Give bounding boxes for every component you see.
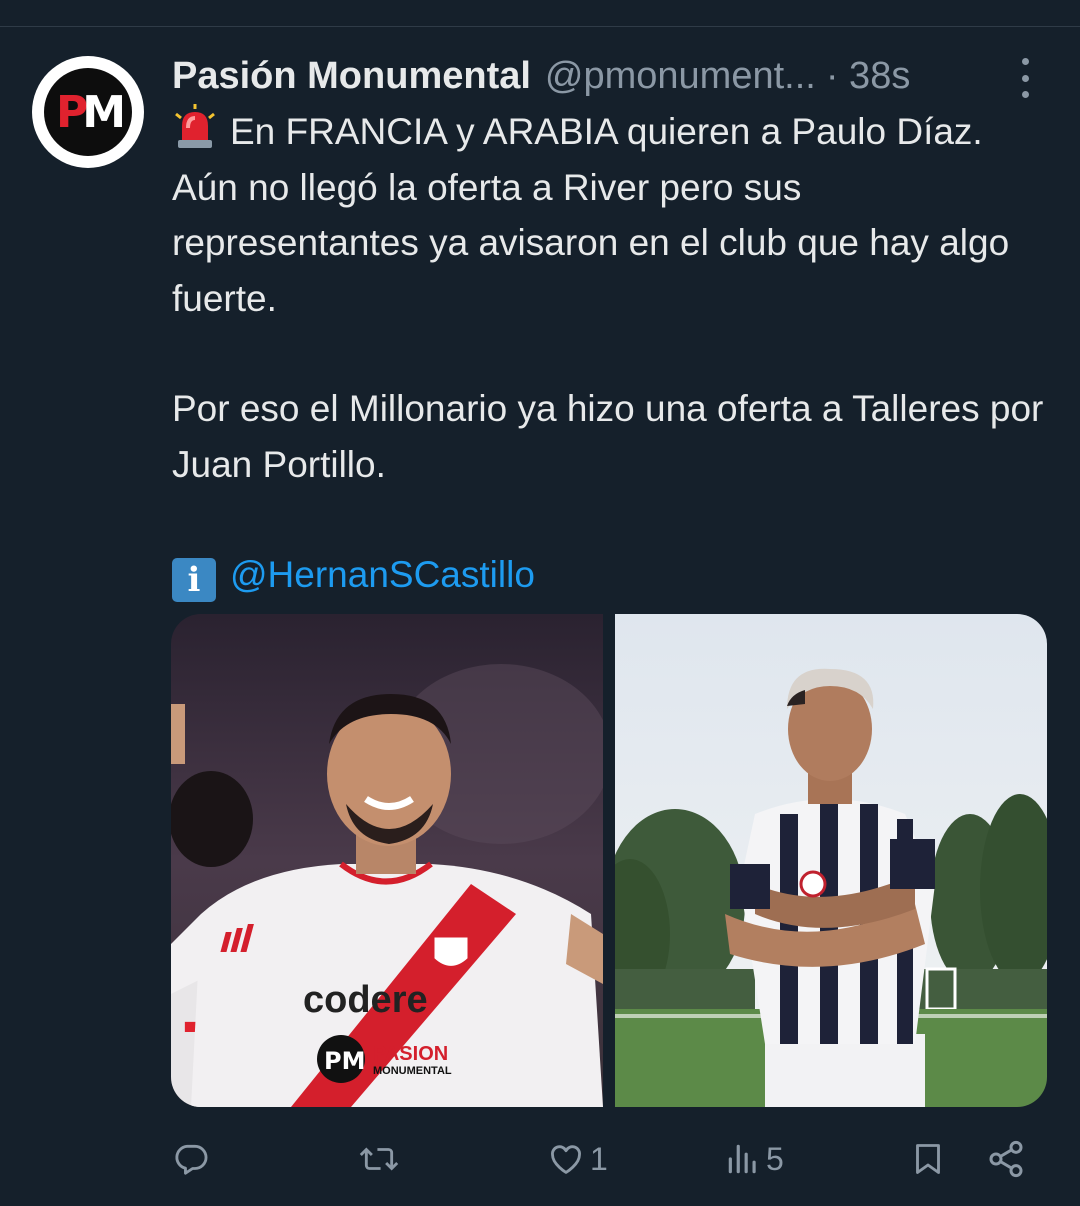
top-divider [0,26,1080,27]
media-image-right[interactable] [615,614,1047,1107]
watermark-logo: PM [324,1047,365,1075]
media-image-left[interactable]: 7 codere PM PASION MONUMENTAL [171,614,603,1107]
retweet-button[interactable] [358,1132,404,1186]
reply-button[interactable] [172,1132,214,1186]
retweet-icon [359,1147,399,1171]
heart-icon [551,1145,581,1174]
action-bar: 1 5 [172,1132,1032,1186]
bookmark-button[interactable] [910,1132,946,1186]
tweet-timestamp[interactable]: · 38s [826,55,910,98]
tweet-source-line: i @HernanSCastillo [172,547,1052,603]
share-icon [989,1140,1023,1178]
tweet-paragraph-1-text: En FRANCIA y ARABIA quieren a Paulo Díaz… [172,111,1010,319]
mention-link[interactable]: @HernanSCastillo [230,554,535,595]
tweet-text: En FRANCIA y ARABIA quieren a Paulo Díaz… [172,104,1052,603]
tweet-header: Pasión Monumental @pmonument... · 38s [172,50,1052,102]
tweet-paragraph-1: En FRANCIA y ARABIA quieren a Paulo Díaz… [172,104,1052,326]
views-count: 5 [766,1140,784,1177]
bookmark-icon [916,1144,940,1174]
like-count: 1 [590,1140,608,1177]
watermark-line1: PASION [373,1043,448,1065]
media-grid: 7 codere PM PASION MONUMENTAL [171,614,1047,1107]
like-button[interactable]: 1 [546,1132,608,1186]
sponsor-text-left: codere [303,979,428,1021]
views-chart-icon [728,1144,756,1174]
avatar[interactable]: PM [32,56,144,168]
share-button[interactable] [986,1132,1026,1186]
reply-icon [175,1144,208,1175]
author-handle[interactable]: @pmonument... [545,55,816,98]
views-button[interactable]: 5 [724,1132,784,1186]
watermark-line2: MONUMENTAL [373,1065,452,1077]
police-car-light-icon [175,104,215,148]
avatar-logo: PM [44,68,132,156]
tweet-paragraph-2: Por eso el Millonario ya hizo una oferta… [172,388,1044,485]
author-name[interactable]: Pasión Monumental [172,55,531,98]
info-icon: i [172,558,216,602]
more-options-icon[interactable] [1012,58,1038,98]
